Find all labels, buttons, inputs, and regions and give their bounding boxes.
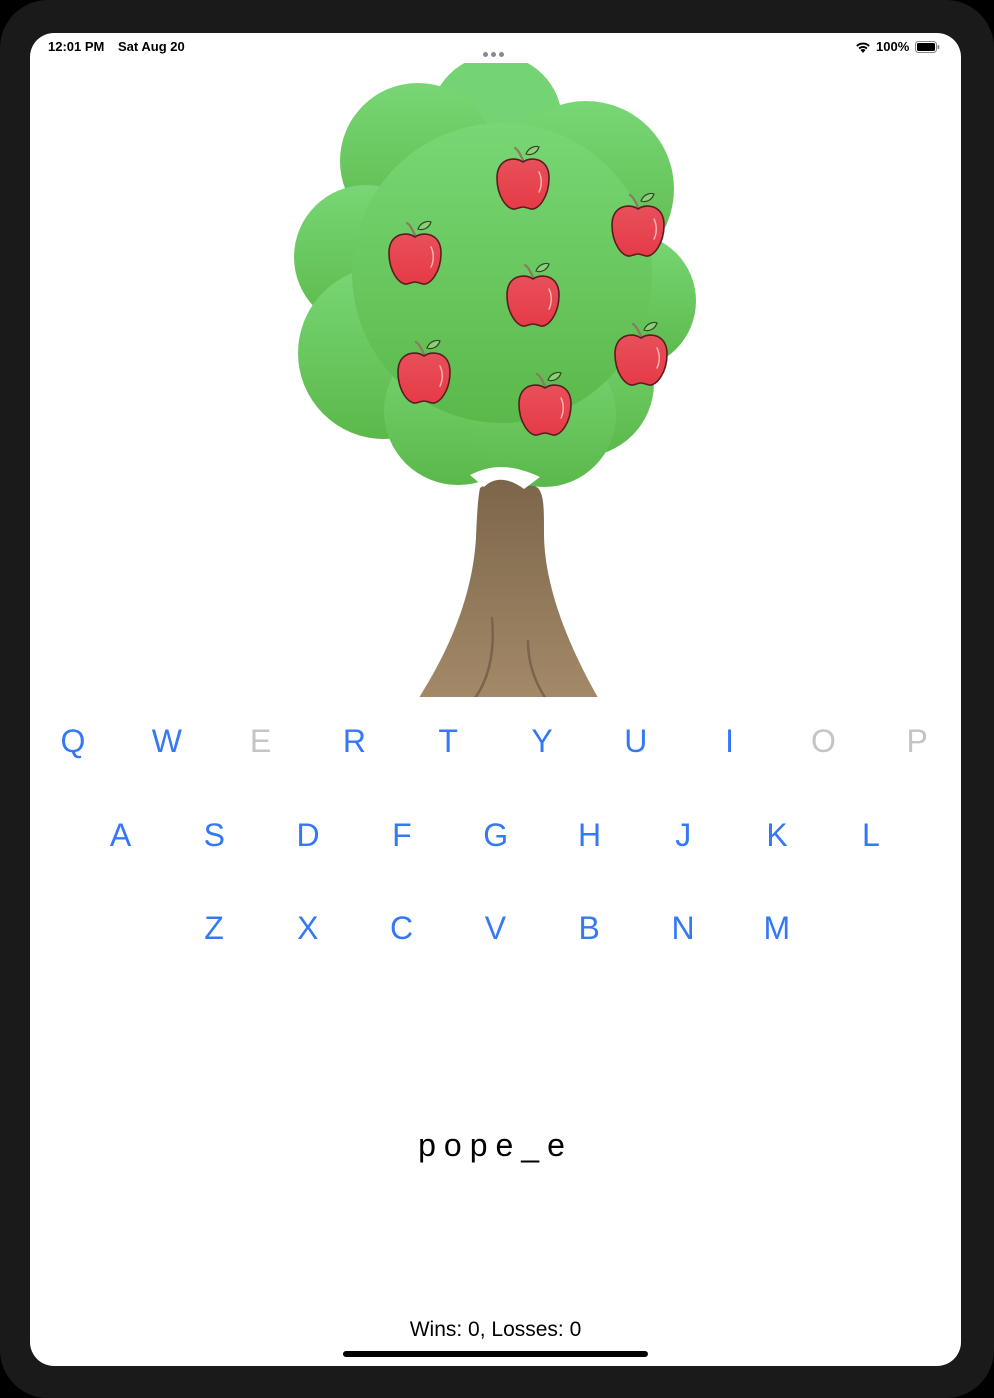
letter-key-o[interactable]: O: [793, 716, 853, 766]
letter-key-g[interactable]: G: [466, 810, 526, 860]
letter-key-x[interactable]: X: [278, 903, 338, 953]
letter-key-b[interactable]: B: [559, 903, 619, 953]
app-screen: 12:01 PM Sat Aug 20 100% Q W E R T Y U I…: [30, 33, 961, 1366]
score-label: Wins: 0, Losses: 0: [409, 1318, 582, 1341]
letter-key-a[interactable]: A: [91, 810, 151, 860]
letter-key-w[interactable]: W: [137, 716, 197, 766]
letter-key-j[interactable]: J: [653, 810, 713, 860]
home-indicator[interactable]: [343, 1351, 648, 1357]
letter-key-e[interactable]: E: [231, 716, 291, 766]
letter-key-f[interactable]: F: [372, 810, 432, 860]
letter-key-c[interactable]: C: [372, 903, 432, 953]
letter-key-i[interactable]: I: [700, 716, 760, 766]
letter-key-n[interactable]: N: [653, 903, 713, 953]
letter-key-m[interactable]: M: [747, 903, 807, 953]
letter-key-z[interactable]: Z: [184, 903, 244, 953]
letter-key-k[interactable]: K: [747, 810, 807, 860]
letter-key-p[interactable]: P: [887, 716, 947, 766]
letter-keyboard: QWERTYUIOP ASDFGHJKL ZXCVBNM: [30, 33, 961, 1366]
word-display: pope_e: [418, 1127, 573, 1163]
letter-key-h[interactable]: H: [560, 810, 620, 860]
letter-key-u[interactable]: U: [606, 716, 666, 766]
letter-key-t[interactable]: T: [418, 716, 478, 766]
letter-key-v[interactable]: V: [465, 903, 525, 953]
letter-key-r[interactable]: R: [324, 716, 384, 766]
letter-key-s[interactable]: S: [184, 810, 244, 860]
letter-key-y[interactable]: Y: [512, 716, 572, 766]
letter-key-d[interactable]: D: [278, 810, 338, 860]
letter-key-l[interactable]: L: [841, 810, 901, 860]
letter-key-q[interactable]: Q: [43, 716, 103, 766]
